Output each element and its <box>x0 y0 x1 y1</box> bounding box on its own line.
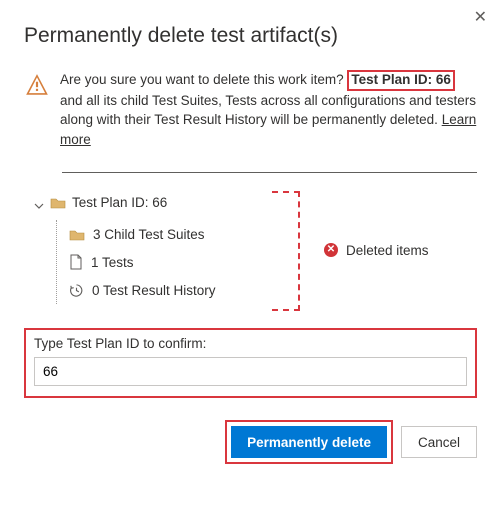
primary-button-highlight: Permanently delete <box>225 420 393 464</box>
close-icon[interactable]: ✕ <box>474 10 487 26</box>
confirm-label: Type Test Plan ID to confirm: <box>34 336 467 351</box>
divider <box>62 172 477 173</box>
chevron-down-icon <box>34 197 44 207</box>
cancel-button[interactable]: Cancel <box>401 426 477 458</box>
tree-children: 3 Child Test Suites 1 Tests 0 Test Resul… <box>56 220 477 304</box>
warning-suffix: and all its child Test Suites, Tests acr… <box>60 93 476 128</box>
tree-item-label: 1 Tests <box>91 255 134 270</box>
tree-root[interactable]: Test Plan ID: 66 <box>34 195 477 210</box>
test-plan-id-highlight: Test Plan ID: 66 <box>347 70 455 91</box>
folder-icon <box>69 226 85 241</box>
tree-item-label: 0 Test Result History <box>92 283 216 298</box>
tree-item-label: 3 Child Test Suites <box>93 227 205 242</box>
permanently-delete-button[interactable]: Permanently delete <box>231 426 387 458</box>
confirm-section: Type Test Plan ID to confirm: <box>24 328 477 398</box>
error-icon: ✕ <box>324 243 338 257</box>
confirm-input[interactable] <box>34 357 467 386</box>
history-icon <box>69 282 84 298</box>
callout-bracket <box>272 191 300 311</box>
dialog-footer: Permanently delete Cancel <box>24 420 477 464</box>
document-icon <box>69 254 83 270</box>
warning-icon <box>24 72 50 98</box>
dialog-title: Permanently delete test artifact(s) <box>24 24 477 48</box>
tree-view: Test Plan ID: 66 3 Child Test Suites 1 T… <box>34 195 477 304</box>
warning-prefix: Are you sure you want to delete this wor… <box>60 72 344 87</box>
folder-icon <box>50 195 66 210</box>
deleted-items-callout: ✕ Deleted items <box>324 243 429 258</box>
deleted-items-label: Deleted items <box>346 243 429 258</box>
tree-root-label: Test Plan ID: 66 <box>72 195 167 210</box>
warning-text: Are you sure you want to delete this wor… <box>60 70 477 150</box>
warning-message: Are you sure you want to delete this wor… <box>24 70 477 150</box>
